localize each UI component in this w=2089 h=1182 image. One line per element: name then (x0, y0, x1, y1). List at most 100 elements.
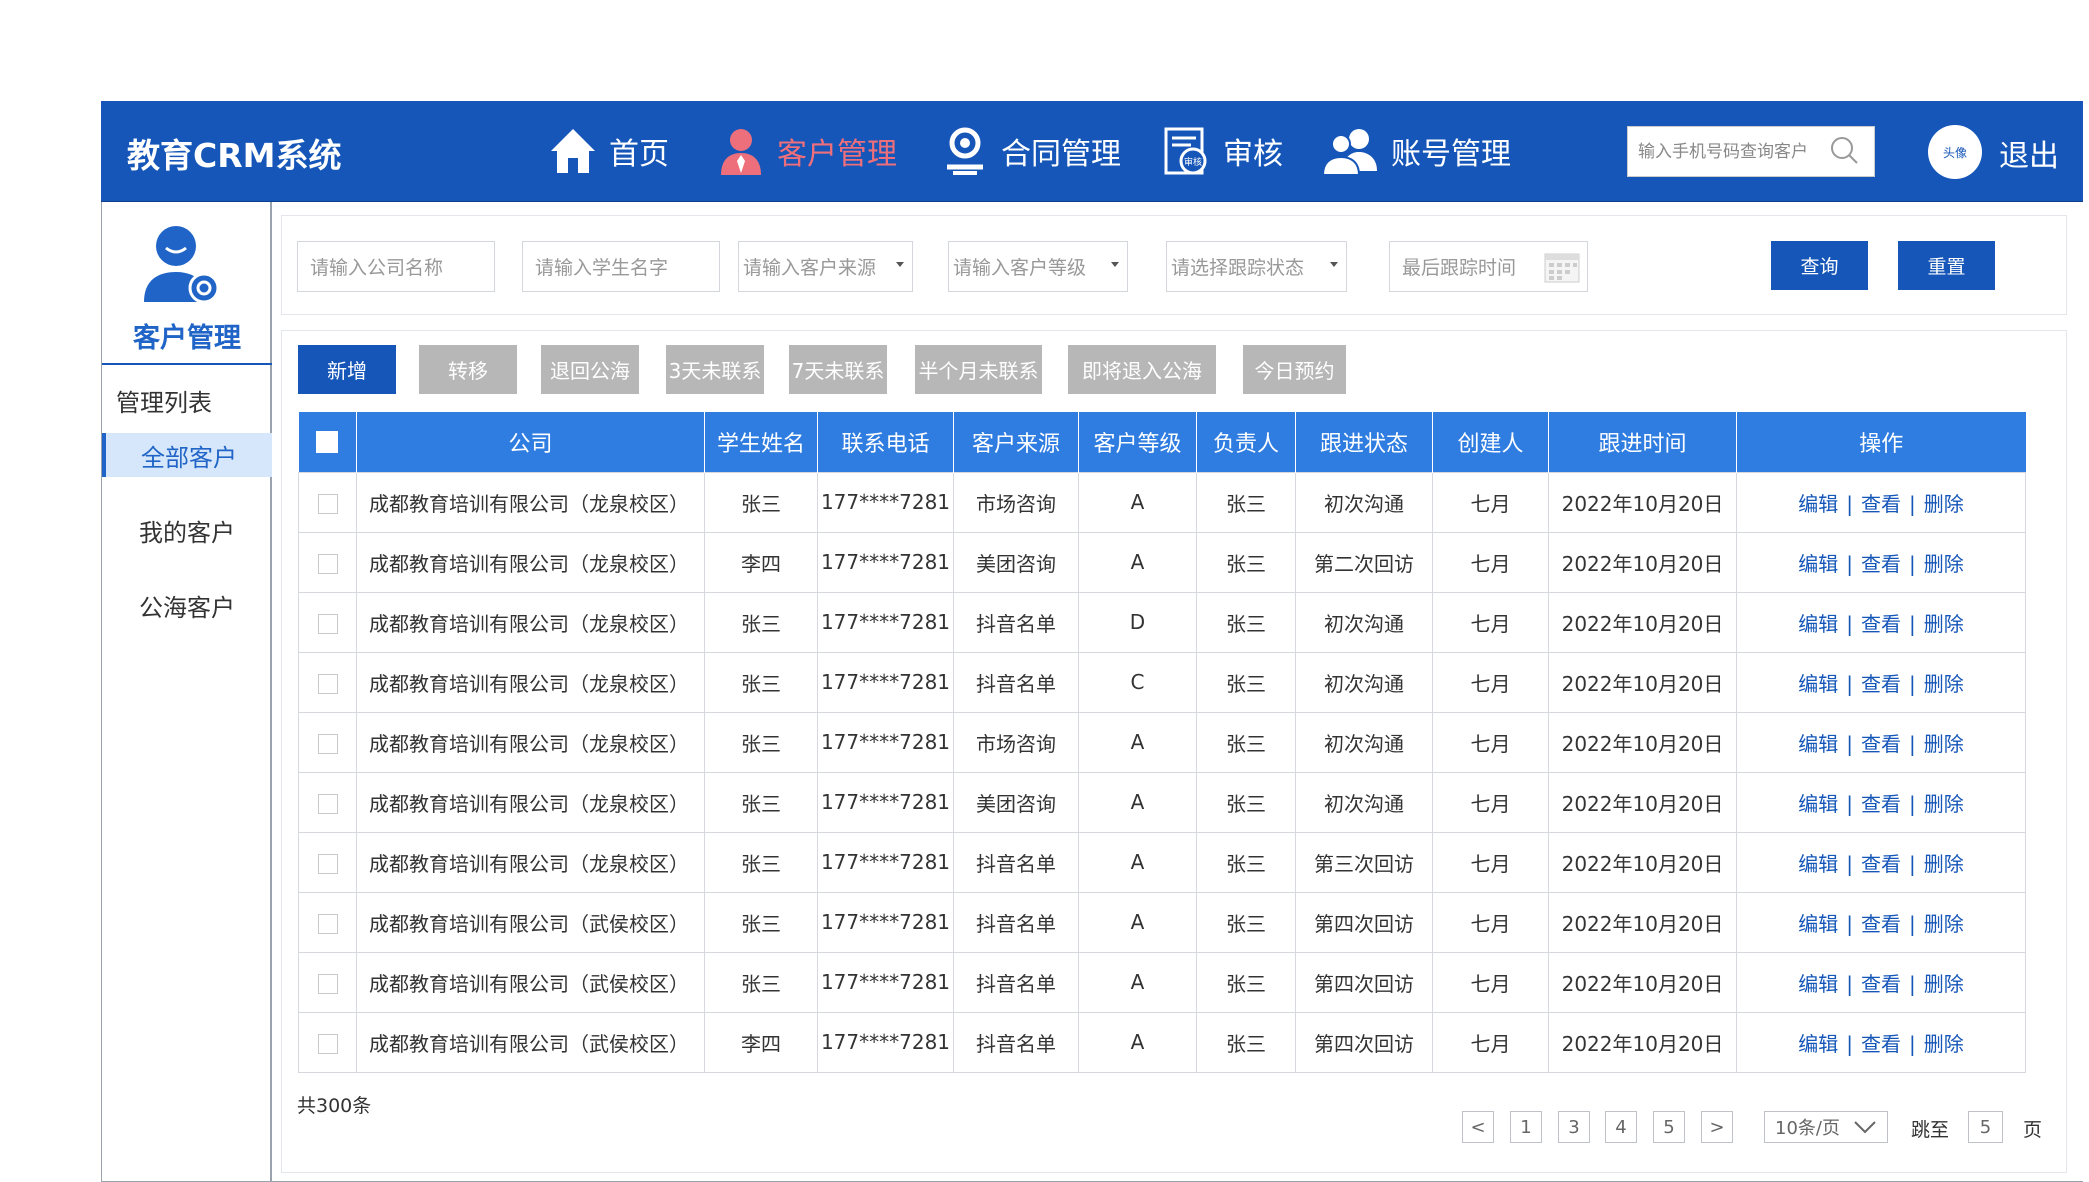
last-follow-time-picker[interactable]: 最后跟踪时间 (1389, 241, 1588, 292)
edit-link[interactable]: 编辑 (1798, 732, 1838, 756)
row-checkbox[interactable] (317, 673, 338, 694)
level-select-label: 请输入客户等级 (953, 257, 1087, 279)
edit-link[interactable]: 编辑 (1798, 492, 1838, 516)
edit-link[interactable]: 编辑 (1798, 912, 1838, 936)
delete-link[interactable]: 删除 (1924, 912, 1964, 936)
level-cell: A (1078, 531, 1197, 593)
company-name-input[interactable]: 请输入公司名称 (297, 241, 495, 292)
level-select[interactable]: 请输入客户等级 (948, 241, 1128, 292)
transfer-button[interactable]: 转移 (419, 345, 517, 394)
separator: | (1846, 671, 1853, 696)
select-all-checkbox[interactable] (316, 431, 339, 454)
page-button[interactable]: 4 (1605, 1111, 1637, 1143)
jump-page-input[interactable]: 5 (1968, 1111, 2003, 1143)
search-icon[interactable] (1828, 134, 1860, 170)
delete-link[interactable]: 删除 (1924, 672, 1964, 696)
view-link[interactable]: 查看 (1861, 612, 1901, 636)
edit-link[interactable]: 编辑 (1798, 972, 1838, 996)
separator: | (1909, 911, 1916, 936)
view-link[interactable]: 查看 (1861, 852, 1901, 876)
row-checkbox[interactable] (317, 913, 338, 934)
row-checkbox[interactable] (317, 793, 338, 814)
no-contact-halfmonth-button[interactable]: 半个月未联系 (915, 345, 1042, 394)
sidebar-item-public-customers[interactable]: 公海客户 (102, 583, 272, 627)
row-checkbox[interactable] (317, 613, 338, 634)
prev-page-button[interactable]: < (1462, 1111, 1494, 1143)
follow-time-cell: 2022年10月20日 (1548, 771, 1737, 833)
row-checkbox[interactable] (317, 1033, 338, 1054)
phone-search-input[interactable] (1638, 141, 1828, 162)
table-row[interactable]: 成都教育培训有限公司（武侯校区） 张三 177****7281 抖音名单 A 张三 第四次回… (298, 951, 2026, 1013)
row-checkbox[interactable] (317, 493, 338, 514)
nav-contracts[interactable]: 合同管理 (939, 123, 1121, 179)
separator: | (1846, 491, 1853, 516)
row-checkbox[interactable] (317, 733, 338, 754)
delete-link[interactable]: 删除 (1924, 972, 1964, 996)
table-row[interactable]: 成都教育培训有限公司（武侯校区） 张三 177****7281 抖音名单 A 张三 第四次回… (298, 891, 2026, 953)
nav-home[interactable]: 首页 (547, 123, 669, 179)
view-link[interactable]: 查看 (1861, 732, 1901, 756)
today-appointment-button[interactable]: 今日预约 (1243, 345, 1346, 394)
separator: | (1909, 671, 1916, 696)
table-row[interactable]: 成都教育培训有限公司（龙泉校区） 张三 177****7281 市场咨询 A 张三 初次沟通… (298, 711, 2026, 773)
row-checkbox[interactable] (317, 553, 338, 574)
page-size-select[interactable]: 10条/页 (1764, 1111, 1888, 1143)
nav-customers[interactable]: 客户管理 (715, 123, 897, 179)
logout-button[interactable]: 退出 (1999, 131, 2059, 175)
view-link[interactable]: 查看 (1861, 492, 1901, 516)
page-button[interactable]: 5 (1653, 1111, 1685, 1143)
return-public-button[interactable]: 退回公海 (541, 345, 639, 394)
table-header-row: 公司 学生姓名 联系电话 客户来源 客户等级 负责人 跟进状态 创建人 跟进时间… (298, 412, 2026, 472)
delete-link[interactable]: 删除 (1924, 732, 1964, 756)
table-row[interactable]: 成都教育培训有限公司（武侯校区） 李四 177****7281 抖音名单 A 张三 第四次回… (298, 1011, 2026, 1073)
company-cell: 成都教育培训有限公司（龙泉校区） (356, 471, 705, 533)
student-name-input[interactable]: 请输入学生名字 (522, 241, 720, 292)
view-link[interactable]: 查看 (1861, 1032, 1901, 1056)
delete-link[interactable]: 删除 (1924, 492, 1964, 516)
table-row[interactable]: 成都教育培训有限公司（龙泉校区） 张三 177****7281 抖音名单 C 张三 初次沟通… (298, 651, 2026, 713)
edit-link[interactable]: 编辑 (1798, 852, 1838, 876)
view-link[interactable]: 查看 (1861, 552, 1901, 576)
next-page-button[interactable]: > (1701, 1111, 1733, 1143)
sidebar-item-all-customers[interactable]: 全部客户 (102, 433, 272, 477)
page-button[interactable]: 1 (1510, 1111, 1542, 1143)
view-link[interactable]: 查看 (1861, 912, 1901, 936)
edit-link[interactable]: 编辑 (1798, 612, 1838, 636)
jump-to-label: 跳至 (1911, 1119, 1950, 1141)
view-link[interactable]: 查看 (1861, 672, 1901, 696)
no-contact-3days-button[interactable]: 3天未联系 (666, 345, 764, 394)
delete-link[interactable]: 删除 (1924, 1032, 1964, 1056)
view-link[interactable]: 查看 (1861, 972, 1901, 996)
reset-button[interactable]: 重置 (1898, 241, 1995, 290)
table-row[interactable]: 成都教育培训有限公司（龙泉校区） 张三 177****7281 抖音名单 A 张三 第三次回… (298, 831, 2026, 893)
sidebar-item-my-customers[interactable]: 我的客户 (102, 508, 272, 552)
edit-link[interactable]: 编辑 (1798, 792, 1838, 816)
nav-accounts[interactable]: 账号管理 (1321, 123, 1511, 179)
edit-link[interactable]: 编辑 (1798, 672, 1838, 696)
query-button[interactable]: 查询 (1771, 241, 1868, 290)
table-row[interactable]: 成都教育培训有限公司（龙泉校区） 张三 177****7281 市场咨询 A 张三 初次沟通… (298, 471, 2026, 533)
row-checkbox[interactable] (317, 973, 338, 994)
delete-link[interactable]: 删除 (1924, 612, 1964, 636)
source-cell: 市场咨询 (953, 471, 1079, 533)
row-select-cell (298, 891, 357, 953)
table-row[interactable]: 成都教育培训有限公司（龙泉校区） 张三 177****7281 美团咨询 A 张三 初次沟通… (298, 771, 2026, 833)
soon-public-button[interactable]: 即将退入公海 (1068, 345, 1216, 394)
no-contact-7days-button[interactable]: 7天未联系 (789, 345, 887, 394)
creator-cell: 七月 (1432, 891, 1549, 953)
row-checkbox[interactable] (317, 853, 338, 874)
delete-link[interactable]: 删除 (1924, 852, 1964, 876)
page-button[interactable]: 3 (1558, 1111, 1590, 1143)
avatar[interactable]: 头像 (1928, 125, 1982, 179)
delete-link[interactable]: 删除 (1924, 552, 1964, 576)
edit-link[interactable]: 编辑 (1798, 552, 1838, 576)
table-row[interactable]: 成都教育培训有限公司（龙泉校区） 李四 177****7281 美团咨询 A 张三 第二次回… (298, 531, 2026, 593)
source-select[interactable]: 请输入客户来源 (738, 241, 913, 292)
nav-audit[interactable]: 审核 审核 (1161, 123, 1283, 179)
view-link[interactable]: 查看 (1861, 792, 1901, 816)
add-button[interactable]: 新增 (298, 345, 396, 394)
delete-link[interactable]: 删除 (1924, 792, 1964, 816)
status-select[interactable]: 请选择跟踪状态 (1166, 241, 1347, 292)
edit-link[interactable]: 编辑 (1798, 1032, 1838, 1056)
table-row[interactable]: 成都教育培训有限公司（龙泉校区） 张三 177****7281 抖音名单 D 张三 初次沟通… (298, 591, 2026, 653)
